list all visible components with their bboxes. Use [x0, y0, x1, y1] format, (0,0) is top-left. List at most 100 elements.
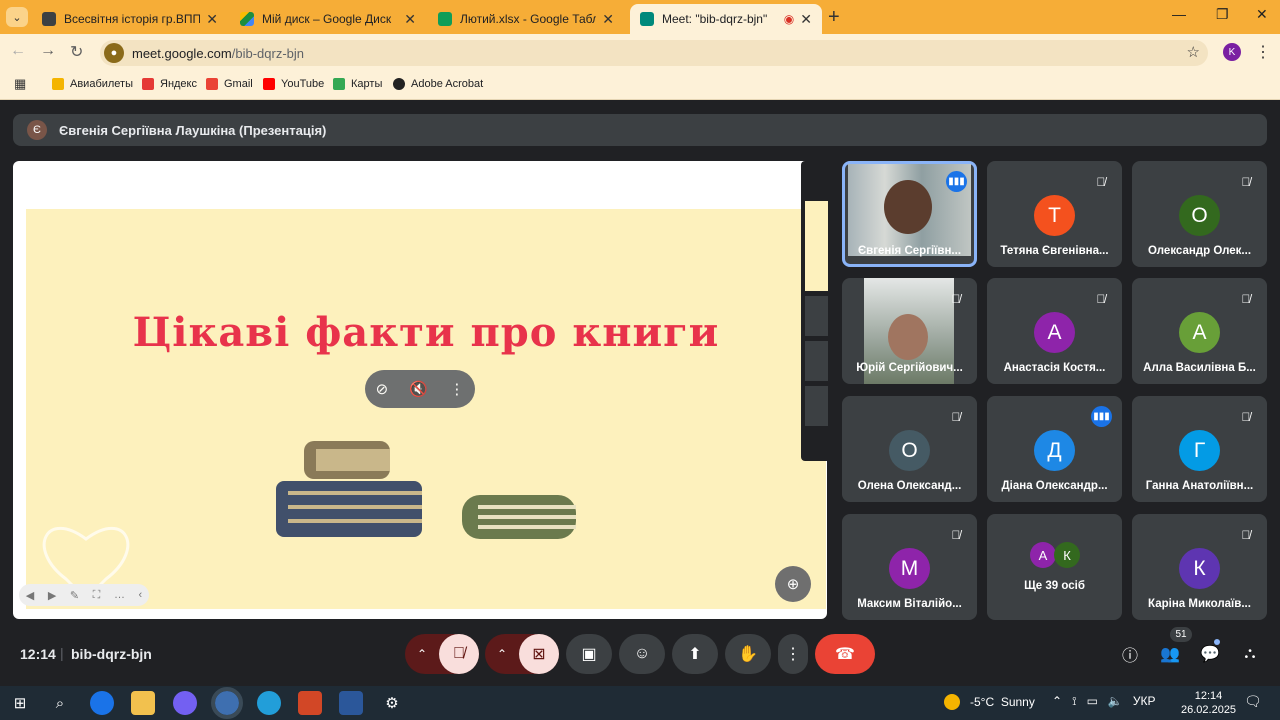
- tray-chevron-icon[interactable]: ⌃: [1052, 694, 1062, 708]
- apps-grid-icon[interactable]: ▦: [14, 76, 26, 92]
- minimize-button[interactable]: —: [1172, 6, 1186, 22]
- close-icon[interactable]: ✕: [800, 11, 812, 28]
- fullscreen-icon[interactable]: ⛶: [93, 589, 101, 602]
- tab-sheets[interactable]: Лютий.xlsx - Google Таблиці ✕: [428, 4, 624, 34]
- battery-icon[interactable]: ▭: [1087, 694, 1098, 708]
- maximize-button[interactable]: ❐: [1216, 6, 1229, 23]
- search-icon[interactable]: ⌕: [48, 691, 72, 715]
- close-icon[interactable]: ✕: [404, 11, 416, 28]
- bookmark-acrobat[interactable]: Adobe Acrobat: [393, 78, 483, 90]
- tab-search-button[interactable]: ⌄: [6, 7, 28, 27]
- bookmark-label: Карты: [351, 78, 383, 90]
- zoom-button[interactable]: ⊕: [775, 566, 811, 602]
- unpin-icon[interactable]: ⊘: [376, 380, 389, 398]
- weather-widget[interactable]: -5°C Sunny: [944, 694, 1035, 710]
- windows-start-icon[interactable]: ⊞: [8, 691, 32, 715]
- notifications-icon[interactable]: 🗨: [1244, 693, 1262, 710]
- profile-avatar[interactable]: K: [1223, 43, 1241, 61]
- raise-hand-button[interactable]: ✋: [725, 634, 771, 674]
- mic-toggle-button[interactable]: 🎙̸: [439, 634, 479, 674]
- network-icon[interactable]: ⟟: [1072, 694, 1076, 708]
- bookmark-maps[interactable]: Карты: [333, 78, 382, 90]
- participant-tile[interactable]: 🎙̸ М Максим Віталійо...: [842, 514, 977, 620]
- word-icon[interactable]: [339, 691, 363, 715]
- back-button[interactable]: ←: [10, 42, 26, 60]
- language-indicator[interactable]: УКР: [1133, 694, 1156, 708]
- mic-off-icon: 🎙̸: [1241, 175, 1251, 189]
- audio-options-chevron-icon[interactable]: ⌃: [405, 647, 439, 661]
- meeting-info-button[interactable]: ⓘ: [1119, 643, 1141, 665]
- powerpoint-icon[interactable]: [298, 691, 322, 715]
- new-tab-button[interactable]: +: [828, 6, 840, 29]
- tab-drive[interactable]: Мій диск – Google Диск ✕: [230, 4, 426, 34]
- participant-tile[interactable]: 🎙̸ Т Тетяна Євгенівна...: [987, 161, 1122, 267]
- tab-title: Meet: "bib-dqrz-bjn": [662, 12, 768, 26]
- more-icon[interactable]: …: [114, 589, 125, 601]
- tab-title: Всесвітня історія гр.ВПП 23-3: [64, 12, 201, 26]
- bookmark-gmail[interactable]: Gmail: [206, 78, 253, 90]
- more-options-button[interactable]: ⋮: [778, 634, 808, 674]
- participant-avatar: Т: [1034, 195, 1075, 236]
- others-tile[interactable]: А К Ще 39 осіб: [987, 514, 1122, 620]
- participant-tile[interactable]: 🎙̸ К Каріна Миколаїв...: [1132, 514, 1267, 620]
- bookmark-yandex[interactable]: Яндекс: [142, 78, 197, 90]
- tab-history[interactable]: Всесвітня історія гр.ВПП 23-3 ✕: [32, 4, 228, 34]
- reactions-button[interactable]: ☺: [619, 634, 665, 674]
- chrome-icon[interactable]: [90, 691, 114, 715]
- mute-audio-icon[interactable]: 🔇: [409, 380, 428, 398]
- bookmark-youtube[interactable]: YouTube: [263, 78, 324, 90]
- activities-button[interactable]: ⛬: [1239, 643, 1261, 665]
- participant-tile[interactable]: 🎙̸ А Алла Василівна Б...: [1132, 278, 1267, 384]
- participant-tile[interactable]: 🎙̸ Г Ганна Анатоліївн...: [1132, 396, 1267, 502]
- close-icon[interactable]: ✕: [602, 11, 614, 28]
- globe-icon: [393, 78, 405, 90]
- collapse-icon[interactable]: ‹: [139, 589, 143, 601]
- taskbar-clock[interactable]: 12:14 26.02.2025: [1181, 689, 1236, 717]
- volume-icon[interactable]: 🔈: [1108, 694, 1123, 708]
- prev-slide-icon[interactable]: ◀: [26, 589, 34, 602]
- info-icon: ⓘ: [1121, 648, 1138, 665]
- mic-off-icon: 🎙̸: [1241, 528, 1251, 542]
- next-slide-icon[interactable]: ▶: [48, 589, 56, 602]
- browser-menu-icon[interactable]: ⋮: [1255, 42, 1271, 62]
- close-icon[interactable]: ✕: [206, 11, 218, 28]
- video-options-chevron-icon[interactable]: ⌃: [485, 647, 519, 661]
- participant-tile[interactable]: 🎙̸ Юрій Сергійович...: [842, 278, 977, 384]
- participant-name: Олександр Олек...: [1147, 245, 1252, 257]
- close-window-button[interactable]: ✕: [1256, 6, 1268, 23]
- forward-button[interactable]: →: [40, 42, 56, 60]
- reload-button[interactable]: ↻: [70, 42, 83, 62]
- file-explorer-icon[interactable]: [131, 691, 155, 715]
- camera-toggle-button[interactable]: ⊠: [519, 634, 559, 674]
- slide-nav-controls: ◀ ▶ ✎ ⛶ … ‹: [19, 584, 149, 606]
- pen-icon[interactable]: ✎: [70, 589, 79, 602]
- viber-icon[interactable]: [173, 691, 197, 715]
- mini-window-overlay: [801, 161, 828, 461]
- participant-tile[interactable]: 🎙̸ О Олександр Олек...: [1132, 161, 1267, 267]
- leave-call-button[interactable]: ☎: [815, 634, 875, 674]
- chat-button[interactable]: 💬: [1199, 643, 1221, 665]
- people-button[interactable]: 👥: [1159, 643, 1181, 665]
- clock-date: 26.02.2025: [1181, 704, 1237, 716]
- participant-tile[interactable]: 🎙̸ А Анастасія Костя...: [987, 278, 1122, 384]
- more-options-icon[interactable]: ⋮: [449, 380, 464, 398]
- bookmark-aviabilety[interactable]: Авиабилеты: [52, 78, 133, 90]
- meeting-time: 12:14: [20, 646, 56, 662]
- chrome-profile-icon[interactable]: [211, 687, 243, 719]
- site-info-icon[interactable]: ●: [104, 43, 124, 63]
- tab-meet[interactable]: Meet: "bib-dqrz-bjn" ◉ ✕: [630, 4, 822, 34]
- people-icon: 👥: [1160, 646, 1180, 663]
- present-button[interactable]: ⬆: [672, 634, 718, 674]
- settings-gear-icon[interactable]: ⚙: [380, 691, 404, 715]
- address-bar[interactable]: ● meet.google.com/bib-dqrz-bjn ☆: [100, 40, 1208, 66]
- participant-tile[interactable]: 🎙̸ О Олена Олександ...: [842, 396, 977, 502]
- participant-name: Каріна Миколаїв...: [1148, 598, 1251, 610]
- captions-button[interactable]: ▣: [566, 634, 612, 674]
- participant-tile[interactable]: ▮▮▮ Євгенія Сергіївн...: [842, 161, 977, 267]
- url-text: meet.google.com/bib-dqrz-bjn: [132, 45, 304, 61]
- mini-slide-thumb: [805, 201, 828, 291]
- telegram-icon[interactable]: [257, 691, 281, 715]
- bookmark-star-icon[interactable]: ☆: [1187, 43, 1200, 61]
- participant-tile[interactable]: ▮▮▮ Д Діана Олександр...: [987, 396, 1122, 502]
- emoji-icon: ☺: [633, 645, 651, 662]
